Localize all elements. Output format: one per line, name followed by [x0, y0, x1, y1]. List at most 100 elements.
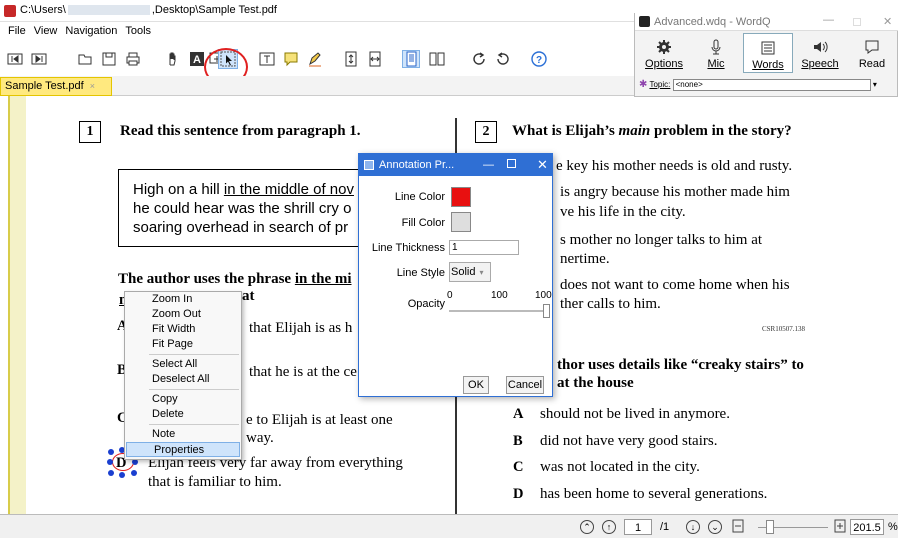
tab-close-icon[interactable]: × [90, 81, 95, 91]
answer-a-text[interactable]: that Elijah is as h [249, 320, 352, 337]
tab-label: Sample Test.pdf [5, 80, 84, 92]
menu-item-delete[interactable]: Delete [125, 407, 241, 422]
wordq-words-button[interactable]: Words [743, 33, 793, 73]
zoom-in-icon[interactable] [834, 519, 846, 538]
page-down-icon[interactable]: ⌄ [708, 519, 722, 535]
ok-button[interactable]: OK [463, 376, 489, 394]
zoom-input[interactable]: 201.5 [850, 519, 884, 535]
menu-tools[interactable]: Tools [125, 25, 151, 37]
q2-answer-c-line2: nertime. [560, 251, 610, 267]
page-number-input[interactable]: 1 [624, 519, 652, 535]
wordq-title-bar: Advanced.wdq - WordQ — ✕ [635, 13, 898, 31]
help-icon[interactable]: ? [530, 50, 548, 68]
topic-select[interactable]: <none> [672, 78, 871, 91]
menu-view[interactable]: View [34, 25, 58, 37]
selection-handle[interactable] [108, 449, 114, 455]
prev-page-icon-glyph: ↑ [602, 520, 616, 534]
wordq-maximize-icon[interactable] [853, 18, 861, 26]
tab-sample-test[interactable]: Sample Test.pdf × [0, 77, 112, 96]
q3-answer-d-text[interactable]: has been home to several generations. [540, 486, 767, 503]
fit-width-icon[interactable] [366, 50, 384, 68]
menu-separator [149, 354, 239, 355]
wordq-read-label: Read [858, 58, 886, 70]
close-icon[interactable]: ✕ [537, 154, 548, 176]
fit-page-icon[interactable] [732, 519, 744, 538]
fill-color-swatch[interactable] [451, 212, 471, 232]
dialog-title: Annotation Pr... [379, 159, 455, 171]
pencil-icon[interactable] [306, 50, 324, 68]
save-icon[interactable] [100, 50, 118, 68]
q2-answer-b-text[interactable]: is angry because his mother made him [560, 183, 790, 201]
answer-d-text-line2: that is familiar to him. [148, 474, 282, 490]
open-file-icon[interactable] [76, 50, 94, 68]
maximize-icon[interactable] [507, 159, 516, 168]
wordq-minimize-icon[interactable]: — [823, 14, 834, 26]
opacity-slider-thumb[interactable] [543, 304, 550, 318]
fit-height-icon[interactable] [342, 50, 360, 68]
question-3-prompt: thor uses details like “creaky stairs” t… [557, 357, 804, 373]
answer-b-text[interactable]: that he is at the ce [249, 364, 357, 381]
question-1-prompt: Read this sentence from paragraph 1. [120, 123, 361, 139]
textbox-icon[interactable] [258, 50, 276, 68]
q3-answer-c-text[interactable]: was not located in the city. [540, 459, 700, 476]
q2-answer-c-text[interactable]: s mother no longer talks to him at [560, 231, 762, 249]
wordq-title: Advanced.wdq - WordQ [654, 16, 771, 28]
speaker-icon [795, 33, 845, 55]
selection-handle[interactable] [107, 459, 113, 465]
line-style-select[interactable]: Solid ▾ [449, 262, 491, 282]
rotate-ccw-icon[interactable] [494, 50, 512, 68]
wordq-options-label: Options [645, 58, 683, 70]
menu-item-zoom-out[interactable]: Zoom Out [125, 307, 241, 322]
menu-item-copy[interactable]: Copy [125, 392, 241, 407]
wordq-close-icon[interactable]: ✕ [883, 15, 892, 28]
opacity-slider-track[interactable] [449, 310, 549, 312]
answer-c-text[interactable]: e to Elijah is at least one [246, 412, 393, 429]
annotation-properties-dialog: Annotation Pr... — ✕ Line Color Fill Col… [358, 153, 553, 397]
list-icon [744, 34, 792, 56]
q2-answer-d-text[interactable]: does not want to come home when his [560, 276, 790, 294]
chevron-down-icon[interactable]: ▾ [873, 80, 877, 89]
wordq-mic-button[interactable]: Mic [691, 33, 741, 73]
hand-tool-icon[interactable] [164, 50, 182, 68]
prev-page-icon[interactable]: ↑ [602, 519, 616, 535]
wordq-options-button[interactable]: Options [639, 33, 689, 73]
single-page-icon[interactable] [402, 50, 420, 68]
selection-handle[interactable] [108, 470, 114, 476]
page-up-icon[interactable]: ⌃ [580, 519, 594, 535]
zoom-slider-thumb[interactable] [766, 520, 774, 534]
selection-handle[interactable] [131, 470, 137, 476]
wordq-speech-button[interactable]: Speech [795, 33, 845, 73]
q3-answer-a-text[interactable]: should not be lived in anymore. [540, 406, 730, 423]
menu-item-properties[interactable]: Properties [126, 442, 240, 457]
question-1-body: The author uses the phrase in the mi [118, 271, 352, 288]
note-icon[interactable] [282, 50, 300, 68]
wordq-read-button[interactable]: Read [847, 33, 897, 73]
print-icon[interactable] [124, 50, 142, 68]
last-page-icon[interactable] [30, 50, 48, 68]
selection-handle[interactable] [119, 472, 125, 478]
minimize-icon[interactable]: — [483, 154, 494, 176]
q2-answer-a-text[interactable]: e key his mother needs is old and rusty. [556, 157, 792, 175]
menu-item-fit-width[interactable]: Fit Width [125, 322, 241, 337]
menu-item-note[interactable]: Note [125, 427, 241, 442]
line-color-swatch[interactable] [451, 187, 471, 207]
menu-item-zoom-in[interactable]: Zoom In [125, 292, 241, 307]
question-1-body-line2: at [242, 288, 255, 304]
rotate-cw-icon[interactable] [470, 50, 488, 68]
menu-item-select-all[interactable]: Select All [125, 357, 241, 372]
line-style-value: Solid [451, 266, 476, 278]
question-number-1: 1 [79, 121, 101, 143]
question-number-2: 2 [475, 121, 497, 143]
first-page-icon[interactable] [6, 50, 24, 68]
line-thickness-input[interactable]: 1 [449, 240, 519, 255]
cancel-button[interactable]: Cancel [506, 376, 544, 394]
next-page-icon[interactable]: ↓ [686, 519, 700, 535]
menu-item-fit-page[interactable]: Fit Page [125, 337, 241, 352]
menu-item-deselect-all[interactable]: Deselect All [125, 372, 241, 387]
menu-navigation[interactable]: Navigation [65, 25, 117, 37]
menu-separator [149, 424, 239, 425]
two-page-icon[interactable] [428, 50, 446, 68]
asterisk-icon: ✱ [639, 79, 648, 90]
q3-answer-b-text[interactable]: did not have very good stairs. [540, 433, 717, 450]
menu-file[interactable]: File [8, 25, 26, 37]
